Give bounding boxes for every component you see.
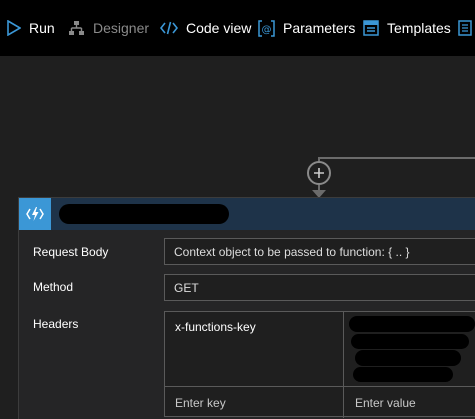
- run-label: Run: [29, 20, 55, 36]
- redacted-header-value: [355, 350, 461, 366]
- redacted-action-title: [59, 204, 229, 224]
- header-key-field[interactable]: x-functions-key: [175, 320, 256, 334]
- new-header-key-input[interactable]: Enter key: [175, 396, 226, 410]
- connector-line: [318, 157, 475, 169]
- templates-label: Templates: [387, 20, 451, 36]
- redacted-header-value[interactable]: [349, 316, 475, 332]
- headers-table: x-functions-key Enter key Enter value: [164, 311, 475, 418]
- svg-text:@: @: [262, 24, 272, 35]
- add-step-icon: [314, 168, 324, 178]
- designer-label: Designer: [93, 20, 150, 36]
- parameters-label: Parameters: [283, 20, 356, 36]
- code-view-icon: [160, 21, 178, 35]
- headers-label: Headers: [33, 317, 79, 331]
- method-field[interactable]: GET: [164, 274, 475, 301]
- parameters-icon: @: [258, 19, 275, 37]
- redacted-header-value: [353, 367, 453, 382]
- templates-icon: [363, 20, 379, 36]
- action-card-header[interactable]: [19, 198, 475, 230]
- code-view-label: Code view: [186, 20, 252, 36]
- run-button[interactable]: Run: [7, 0, 55, 56]
- designer-icon: [68, 20, 85, 36]
- table-divider: [343, 312, 344, 418]
- templates-button[interactable]: Templates: [363, 0, 451, 56]
- azure-function-icon: [19, 198, 51, 230]
- toolbar: Run Designer Code view @ Parameters Temp…: [0, 0, 475, 56]
- parameters-button[interactable]: @ Parameters: [258, 0, 355, 56]
- new-header-value-input[interactable]: Enter value: [355, 396, 416, 410]
- table-divider: [165, 386, 475, 387]
- method-label: Method: [33, 280, 74, 294]
- more-button[interactable]: [458, 0, 475, 56]
- request-body-field[interactable]: Context object to be passed to function:…: [164, 238, 475, 265]
- redacted-header-value: [351, 334, 469, 349]
- code-view-button[interactable]: Code view: [160, 0, 251, 56]
- add-step-button[interactable]: [307, 161, 331, 185]
- designer-button[interactable]: Designer: [68, 0, 149, 56]
- request-body-label: Request Body: [33, 245, 109, 259]
- run-icon: [7, 20, 21, 36]
- function-action-card: Request Body Context object to be passed…: [18, 197, 475, 419]
- more-icon: [458, 20, 472, 36]
